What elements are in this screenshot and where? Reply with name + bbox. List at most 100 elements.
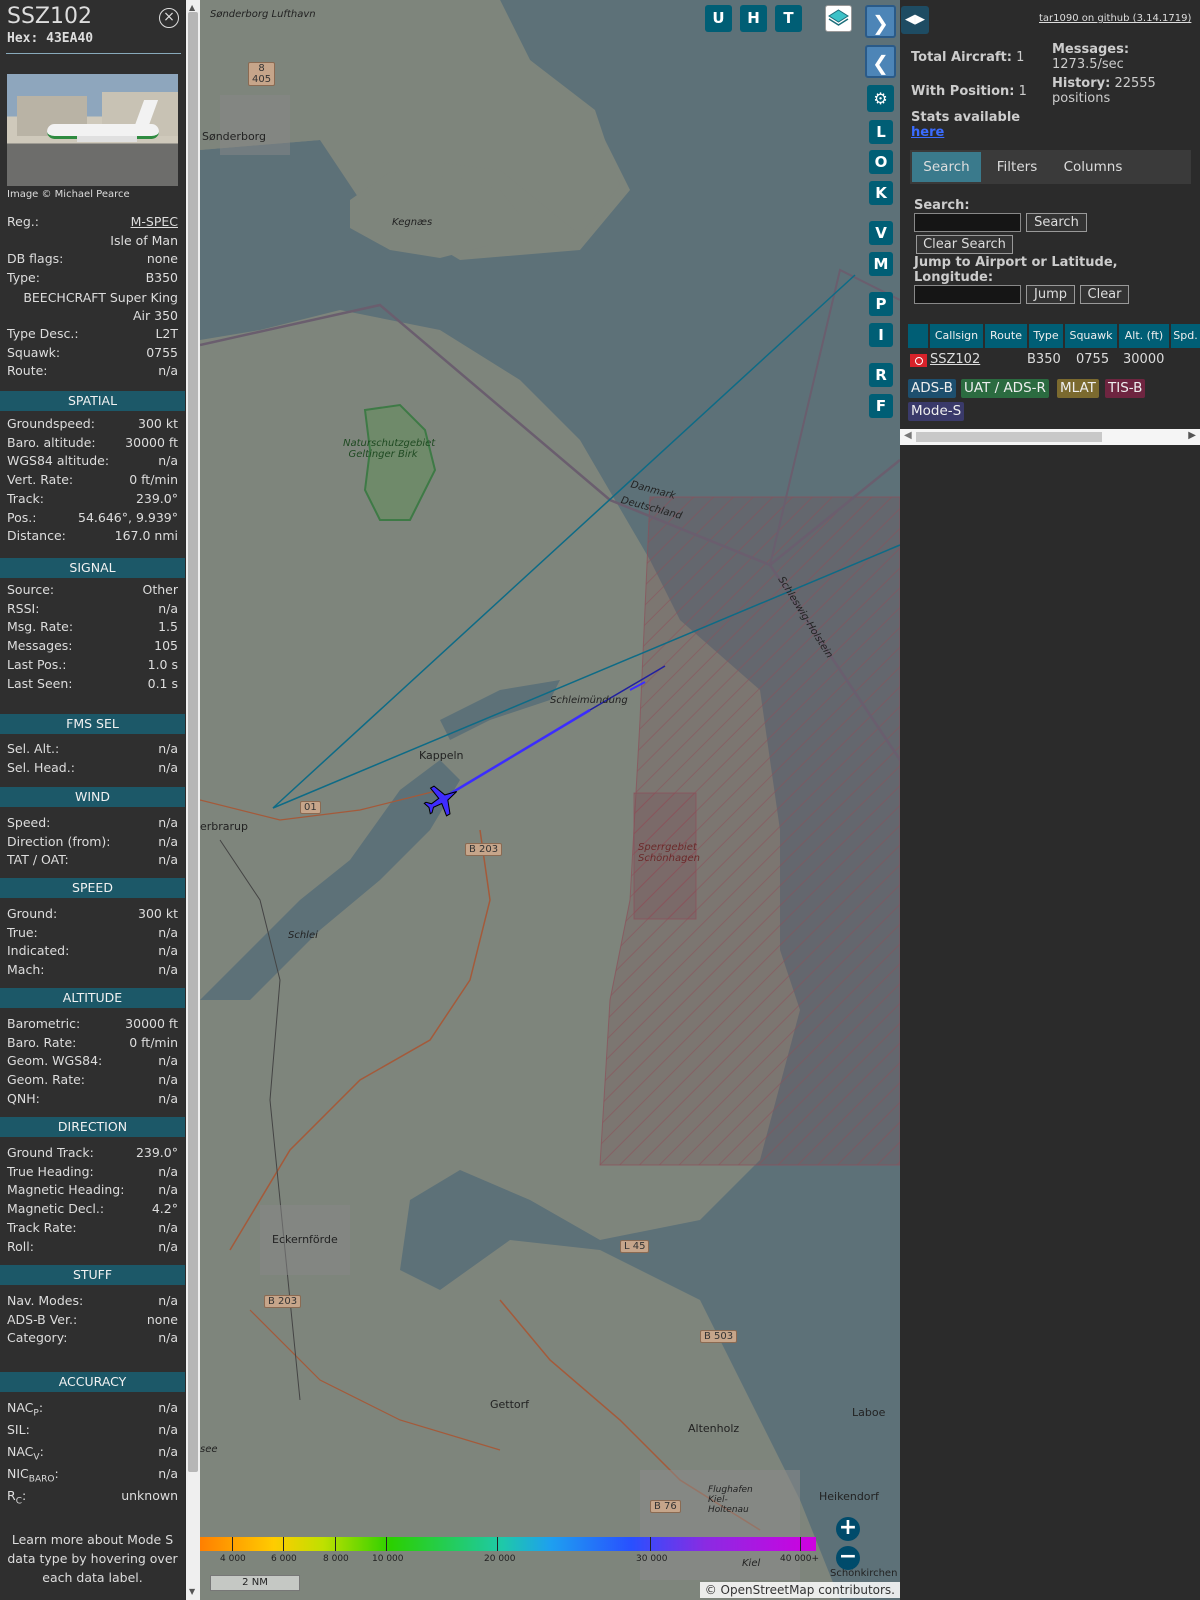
info-label[interactable]: Indicated: — [7, 943, 69, 958]
clear-search-button[interactable]: Clear Search — [916, 235, 1013, 254]
info-label[interactable]: NICBARO: — [7, 1466, 59, 1485]
map-button-v[interactable]: V — [869, 221, 893, 245]
info-label[interactable]: True Heading: — [7, 1164, 94, 1179]
column-header-callsign[interactable]: Callsign — [930, 324, 983, 348]
info-label[interactable]: Barometric: — [7, 1016, 80, 1031]
search-input[interactable] — [914, 213, 1021, 232]
column-header[interactable] — [908, 324, 928, 348]
column-header-speed[interactable]: Spd. — [1171, 324, 1200, 348]
zoom-in-icon[interactable]: + — [836, 1517, 860, 1541]
close-icon[interactable]: × — [159, 8, 179, 28]
table-horizontal-scrollbar[interactable]: ◀ ▶ — [900, 429, 1200, 445]
info-row-spatial: WGS84 altitude: n/a — [7, 453, 178, 471]
info-label[interactable]: WGS84 altitude: — [7, 453, 109, 468]
column-header-alt[interactable]: Alt. (ft) — [1119, 324, 1169, 348]
column-header-route[interactable]: Route — [985, 324, 1027, 348]
info-label[interactable]: Track Rate: — [7, 1220, 77, 1235]
scroll-left-icon[interactable]: ◀ — [904, 430, 912, 441]
info-label[interactable]: Category: — [7, 1330, 67, 1345]
layers-icon[interactable] — [825, 5, 852, 32]
info-label[interactable]: Msg. Rate: — [7, 619, 73, 634]
aircraft-photo[interactable] — [7, 74, 178, 186]
info-label[interactable]: Pos.: — [7, 510, 36, 525]
map-button-h[interactable]: H — [740, 5, 767, 32]
info-value: n/a — [158, 1444, 178, 1459]
info-panel-scrollbar[interactable]: ▲ ▼ — [186, 0, 200, 1600]
tab-search[interactable]: Search — [912, 152, 981, 182]
info-row-signal: Msg. Rate: 1.5 — [7, 619, 178, 637]
scroll-up-icon[interactable]: ▲ — [189, 3, 195, 12]
column-header-type[interactable]: Type — [1029, 324, 1063, 348]
stat-messages: Messages: 1273.5/sec — [1052, 42, 1130, 72]
info-label[interactable]: Magnetic Heading: — [7, 1182, 124, 1197]
scrollbar-thumb[interactable] — [916, 432, 1102, 442]
tab-filters[interactable]: Filters — [984, 152, 1050, 182]
zoom-out-icon[interactable]: − — [836, 1546, 860, 1570]
info-label[interactable]: Direction (from): — [7, 834, 111, 849]
info-label[interactable]: QNH: — [7, 1091, 40, 1106]
info-label[interactable]: Messages: — [7, 638, 73, 653]
column-header-squawk[interactable]: Squawk — [1065, 324, 1117, 348]
expand-collapse-icon[interactable]: ◀▶ — [901, 6, 929, 34]
map-view[interactable]: Sønderborg Lufthavn Sønderborg Kegnæs Na… — [200, 0, 900, 1600]
map-button-o[interactable]: O — [869, 150, 893, 174]
info-label[interactable]: RC: — [7, 1488, 26, 1507]
info-label[interactable]: Ground Track: — [7, 1145, 94, 1160]
info-label[interactable]: Last Pos.: — [7, 657, 66, 672]
jump-button[interactable]: Jump — [1026, 285, 1075, 304]
road-label-l45: L 45 — [620, 1240, 650, 1253]
info-label[interactable]: Baro. Rate: — [7, 1035, 76, 1050]
info-label[interactable]: RSSI: — [7, 601, 39, 616]
info-label[interactable]: Magnetic Decl.: — [7, 1201, 104, 1216]
info-label[interactable]: True: — [7, 925, 38, 940]
info-label[interactable]: Distance: — [7, 528, 66, 543]
map-button-t[interactable]: T — [775, 5, 802, 32]
altitude-legend-label: 10 000 — [372, 1554, 404, 1564]
map-button-f[interactable]: F — [869, 394, 893, 418]
map-button-k[interactable]: K — [869, 181, 893, 205]
chevron-left-icon[interactable]: ❮ — [865, 45, 896, 78]
search-button[interactable]: Search — [1026, 213, 1087, 232]
info-label[interactable]: Track: — [7, 491, 44, 506]
info-label[interactable]: Sel. Alt.: — [7, 741, 59, 756]
map-attribution: © OpenStreetMap contributors. — [699, 1582, 900, 1598]
info-label[interactable]: Sel. Head.: — [7, 760, 75, 775]
registration-link[interactable]: M-SPEC — [131, 214, 178, 229]
map-button-p[interactable]: P — [869, 292, 893, 316]
info-label[interactable]: Last Seen: — [7, 676, 72, 691]
scroll-down-icon[interactable]: ▼ — [189, 1587, 195, 1596]
info-label[interactable]: TAT / OAT: — [7, 852, 69, 867]
info-label[interactable]: Ground: — [7, 906, 57, 921]
map-button-u[interactable]: U — [705, 5, 732, 32]
info-label[interactable]: Speed: — [7, 815, 50, 830]
place-schoenkirchen: Schönkirchen — [830, 1568, 898, 1579]
info-label[interactable]: NACP: — [7, 1400, 43, 1419]
scroll-right-icon[interactable]: ▶ — [1188, 430, 1196, 441]
map-button-l[interactable]: L — [869, 120, 893, 144]
info-label[interactable]: Source: — [7, 582, 54, 597]
info-label[interactable]: Geom. WGS84: — [7, 1053, 102, 1068]
map-button-r[interactable]: R — [869, 363, 893, 387]
jump-input[interactable] — [914, 285, 1021, 304]
info-label[interactable]: Geom. Rate: — [7, 1072, 85, 1087]
info-label[interactable]: NACV: — [7, 1444, 44, 1463]
github-link[interactable]: tar1090 on github (3.14.1719) — [1039, 13, 1191, 24]
info-label[interactable]: Mach: — [7, 962, 44, 977]
chevron-right-icon[interactable]: ❯ — [865, 5, 896, 38]
section-wind: WIND — [0, 787, 185, 807]
info-label[interactable]: Vert. Rate: — [7, 472, 73, 487]
scrollbar-thumb[interactable] — [188, 12, 198, 1472]
info-label[interactable]: Nav. Modes: — [7, 1293, 83, 1308]
map-button-i[interactable]: I — [869, 323, 893, 347]
info-label[interactable]: ADS-B Ver.: — [7, 1312, 77, 1327]
info-label[interactable]: Groundspeed: — [7, 416, 95, 431]
row-callsign[interactable]: SSZ102 — [930, 352, 983, 370]
info-label[interactable]: Baro. altitude: — [7, 435, 96, 450]
stats-link[interactable]: here — [911, 125, 944, 140]
tab-columns[interactable]: Columns — [1053, 152, 1133, 182]
gear-icon[interactable]: ⚙ — [867, 85, 894, 112]
info-label[interactable]: Roll: — [7, 1239, 34, 1254]
clear-button[interactable]: Clear — [1080, 285, 1129, 304]
info-label[interactable]: SIL: — [7, 1422, 30, 1437]
map-button-m[interactable]: M — [869, 252, 893, 276]
